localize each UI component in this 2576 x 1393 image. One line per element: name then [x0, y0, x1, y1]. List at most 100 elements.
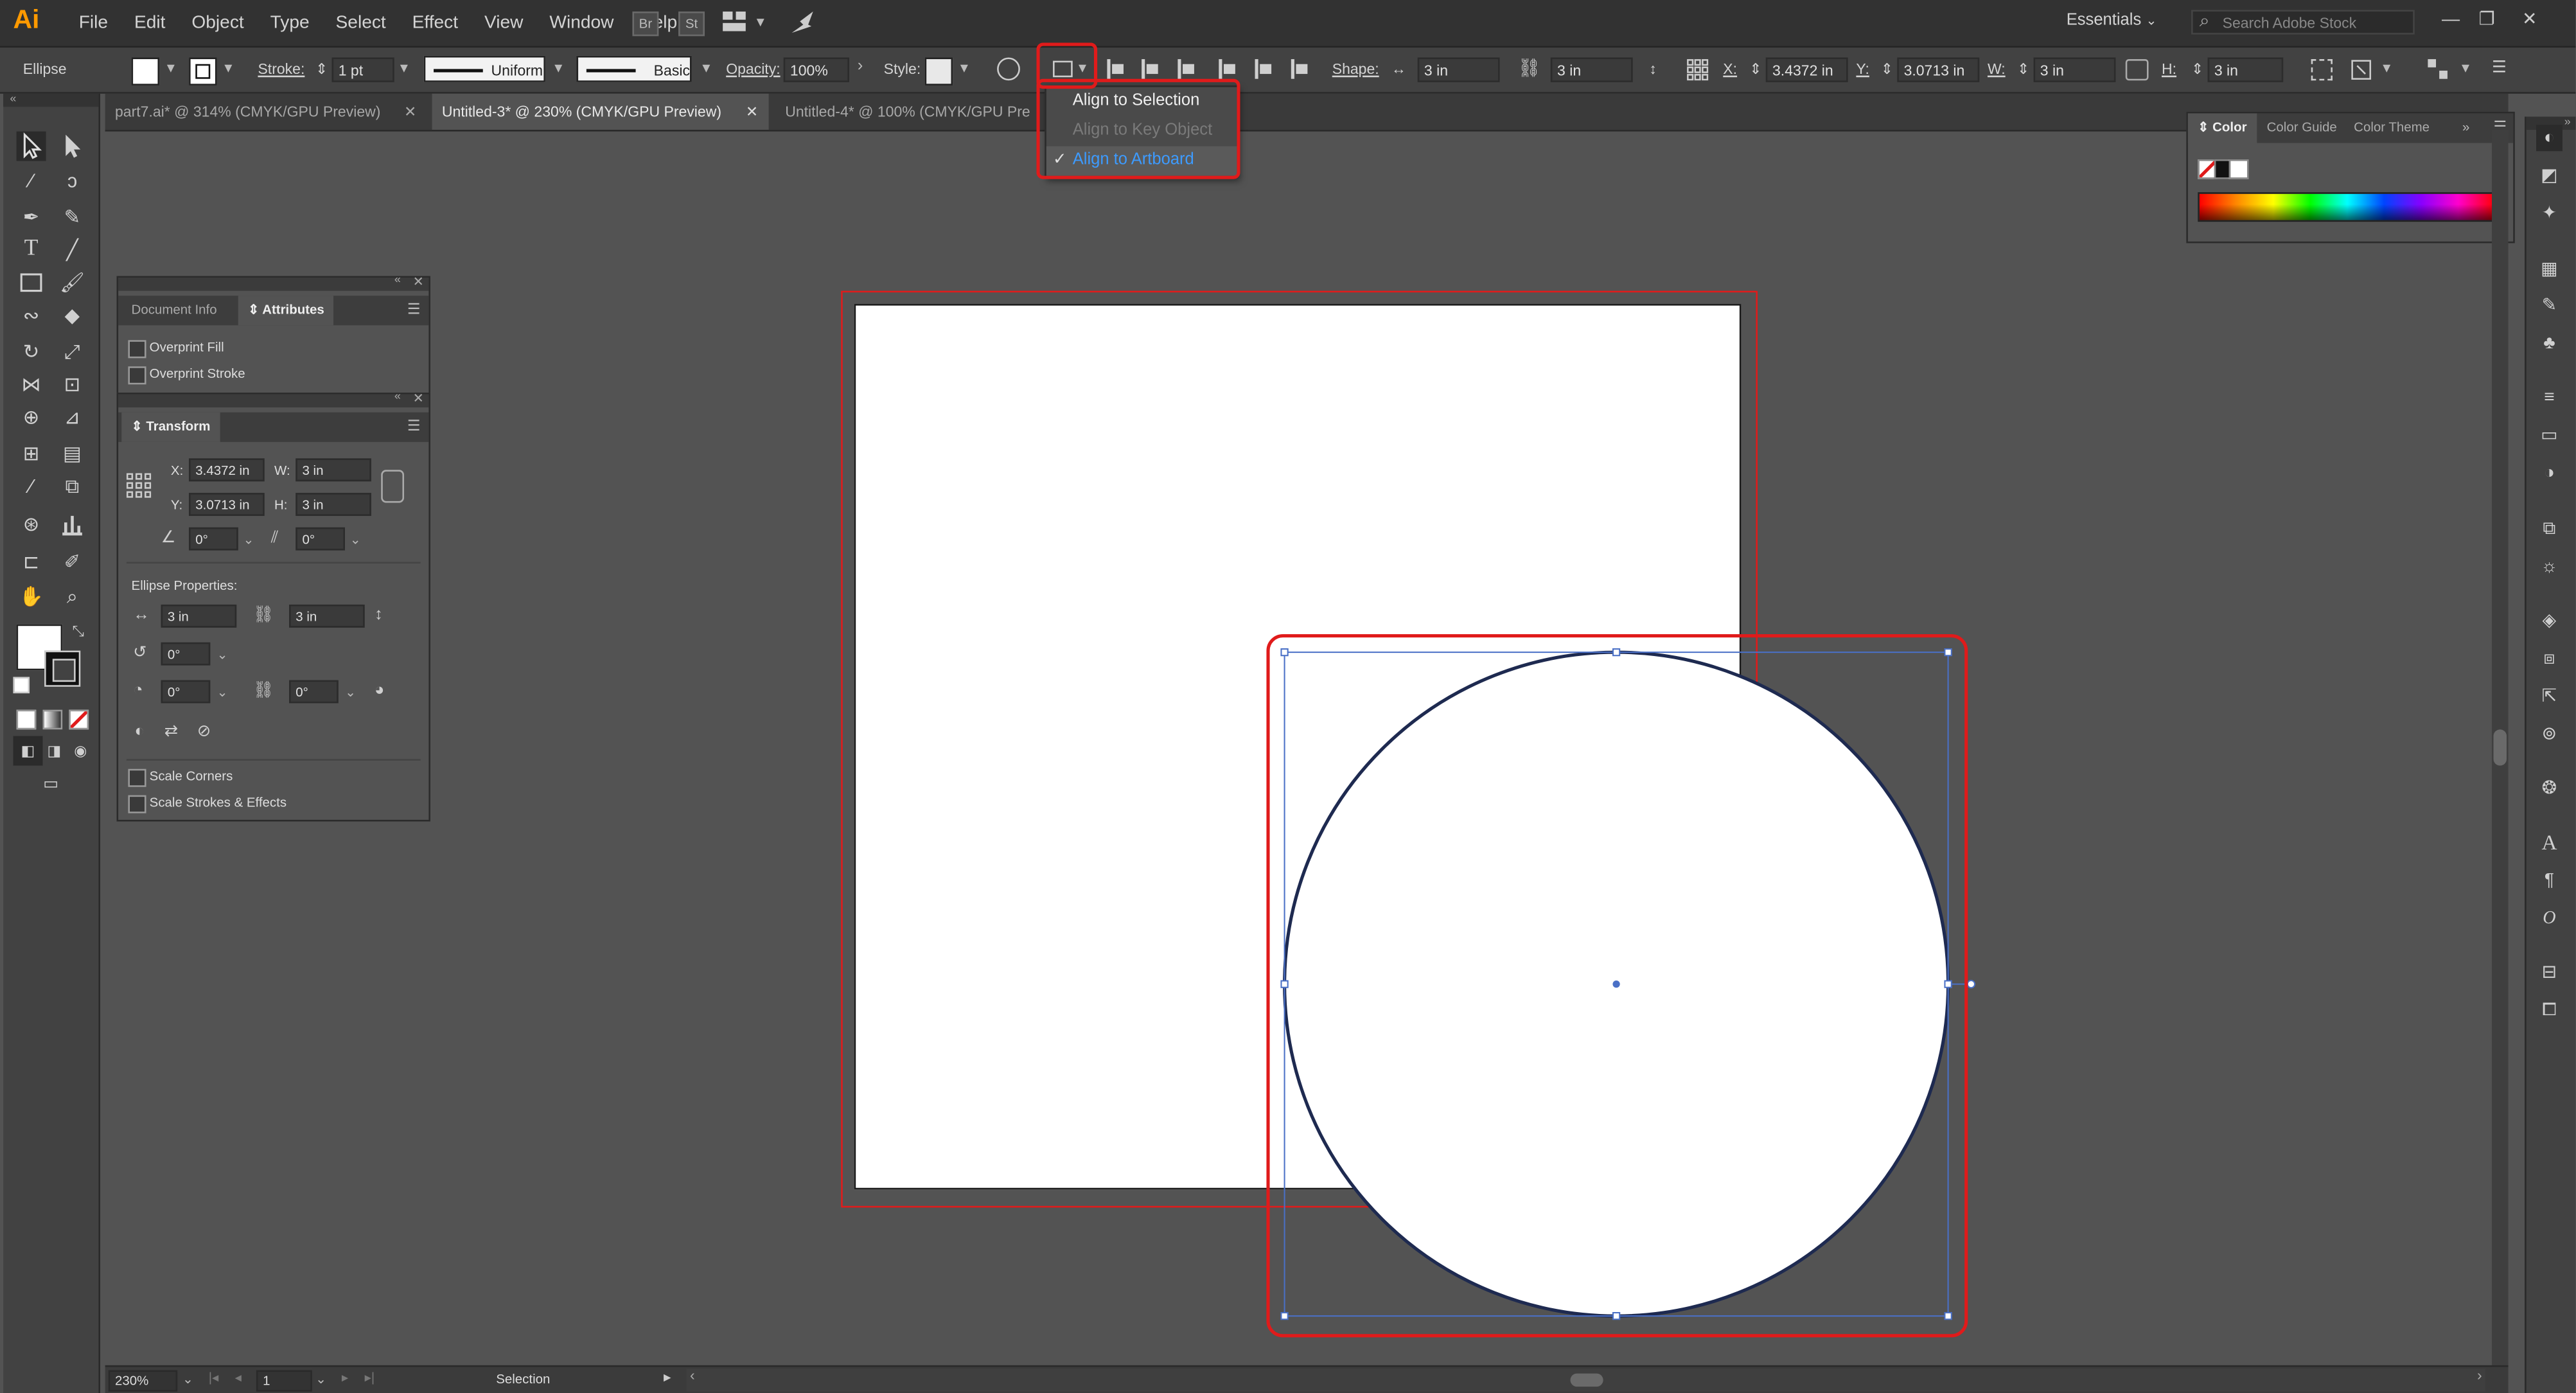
h-label: H: — [274, 497, 288, 513]
status-menu-icon[interactable]: ▸ — [664, 1369, 671, 1387]
ellipse-height-field[interactable]: 3 in — [289, 604, 365, 628]
tab-transform[interactable]: ⇕ Transform — [121, 412, 220, 442]
right-panel-dock: » ◐ ◩ ✦ ▦ ✎ ♣ ≡ ▭ ◑ ⧉ ☼ ◈ ⧈ ⇱ ⊚ ❂ A ¶ O … — [2525, 116, 2576, 1393]
symbols-panel-icon[interactable]: ♣ — [2536, 330, 2563, 357]
panel-menu-icon[interactable]: ☰ — [407, 417, 421, 435]
attributes-panel-tabs: Document Info ⇕ Attributes ☰ — [118, 296, 429, 326]
swap-pie-angles-icon[interactable]: ⇄ — [164, 723, 178, 741]
white-swatch[interactable] — [2228, 159, 2249, 179]
pie-start-angle-field[interactable]: 0° — [161, 680, 211, 704]
pathfinder-panel-icon[interactable]: ⧠ — [2536, 997, 2563, 1024]
libraries-panel-icon[interactable]: ⊚ — [2536, 722, 2563, 748]
panel-expand-icon[interactable]: » — [2462, 120, 2469, 135]
ellipse-properties-label: Ellipse Properties: — [131, 578, 238, 594]
tab-attributes[interactable]: ⇕ Attributes — [238, 296, 335, 326]
tab-label: Attributes — [262, 302, 324, 317]
scale-strokes-checkbox[interactable] — [128, 795, 146, 813]
panel-collapse-icon[interactable]: « — [394, 391, 401, 403]
asset-export-panel-icon[interactable]: ⇱ — [2536, 684, 2563, 710]
transform-panel-tabs: ⇕ Transform ☰ — [118, 412, 429, 442]
appearance-panel-icon[interactable]: ⧉ — [2536, 516, 2563, 542]
tab-label: Transform — [146, 419, 211, 434]
last-artboard-icon[interactable]: ▸| — [365, 1371, 375, 1385]
artboard-dropdown-icon[interactable]: ⌄ — [315, 1372, 326, 1387]
tab-color-guide[interactable]: Color Guide — [2257, 113, 2347, 143]
reference-point-icon[interactable] — [126, 473, 152, 498]
first-artboard-icon[interactable]: |◂ — [209, 1371, 219, 1385]
color-guide-panel-icon[interactable]: ◩ — [2536, 163, 2563, 189]
x-position-field[interactable]: 3.4372 in — [189, 458, 265, 482]
current-tool-label: Selection — [496, 1372, 551, 1387]
ellipse-width-icon: ↔ — [133, 606, 150, 625]
pie-end-icon: ◕ — [374, 682, 385, 700]
vertical-scrollbar[interactable] — [2491, 130, 2509, 1365]
previous-artboard-icon[interactable]: ◂ — [235, 1371, 242, 1385]
horizontal-scroll-thumb[interactable] — [1570, 1373, 1603, 1387]
panel-collapse-icon[interactable]: « — [394, 274, 401, 286]
graphic-styles-panel-icon[interactable]: ☼ — [2536, 554, 2563, 580]
shear-dropdown-icon[interactable]: ⌄ — [350, 532, 361, 547]
pie-widget-handle[interactable] — [1966, 979, 1976, 989]
panel-menu-icon[interactable]: ☰ — [407, 301, 421, 319]
scale-corners-label: Scale Corners — [149, 768, 233, 784]
x-label: X: — [170, 463, 184, 479]
align-panel-icon[interactable]: ⊟ — [2536, 959, 2563, 986]
color-themes-panel-icon[interactable]: ✦ — [2536, 200, 2563, 227]
ellipse-height-icon: ↕ — [374, 606, 383, 625]
overprint-stroke-checkbox[interactable] — [128, 366, 146, 385]
tab-label: Color — [2212, 120, 2247, 135]
scroll-left-icon[interactable]: ‹ — [690, 1367, 695, 1383]
pie-start-dropdown-icon[interactable]: ⌄ — [217, 685, 228, 700]
vertical-scroll-thumb[interactable] — [2493, 729, 2507, 766]
gradient-panel-icon[interactable]: ▭ — [2536, 422, 2563, 448]
panel-close-icon[interactable]: ✕ — [413, 391, 424, 406]
pie-reset-icon[interactable]: ⊘ — [197, 723, 211, 741]
constrain-width-height-icon[interactable] — [381, 470, 405, 503]
y-position-field[interactable]: 3.0713 in — [189, 493, 265, 516]
zoom-field[interactable]: 230% — [108, 1370, 178, 1392]
artboard-number-field[interactable]: 1 — [256, 1370, 312, 1392]
constrain-pie-icon[interactable]: ⛓ — [253, 682, 274, 700]
height-field[interactable]: 3 in — [296, 493, 371, 516]
ellipse-rotation-field[interactable]: 0° — [161, 642, 211, 666]
transform-panel: « ✕ ⇕ Transform ☰ X: 3.4372 in W: 3 in Y… — [116, 391, 430, 822]
navigator-panel-icon[interactable]: ❂ — [2536, 776, 2563, 802]
pie-end-angle-field[interactable]: 0° — [289, 680, 339, 704]
artboards-panel-icon[interactable]: ⧈ — [2536, 646, 2563, 672]
paragraph-panel-icon[interactable]: ¶ — [2536, 867, 2563, 894]
color-spectrum[interactable] — [2198, 192, 2497, 222]
panel-close-icon[interactable]: ✕ — [413, 274, 424, 289]
ellipse-rotation-icon: ↺ — [133, 644, 147, 662]
stroke-panel-icon[interactable]: ≡ — [2536, 384, 2563, 411]
ellipse-rotation-dropdown-icon[interactable]: ⌄ — [217, 647, 228, 662]
tab-document-info[interactable]: Document Info — [121, 296, 227, 325]
scroll-right-icon[interactable]: › — [2477, 1367, 2482, 1383]
shear-field[interactable]: 0° — [296, 527, 345, 551]
tab-color-theme[interactable]: Color Theme — [2344, 113, 2440, 143]
attributes-panel: « ✕ Document Info ⇕ Attributes ☰ Overpri… — [116, 274, 430, 395]
character-panel-icon[interactable]: A — [2536, 830, 2563, 856]
swatches-panel-icon[interactable]: ▦ — [2536, 256, 2563, 283]
transparency-panel-icon[interactable]: ◑ — [2536, 460, 2563, 486]
scale-corners-checkbox[interactable] — [128, 768, 146, 787]
attributes-panel-header: « ✕ — [118, 274, 429, 291]
tab-color[interactable]: ⇕ Color — [2187, 113, 2257, 143]
ellipse-width-field[interactable]: 3 in — [161, 604, 237, 628]
black-swatch[interactable] — [2214, 159, 2231, 179]
brushes-panel-icon[interactable]: ✎ — [2536, 292, 2563, 319]
panel-divider — [126, 562, 421, 564]
pie-end-dropdown-icon[interactable]: ⌄ — [345, 685, 356, 700]
opentype-panel-icon[interactable]: O — [2536, 905, 2563, 932]
horizontal-scrollbar[interactable]: ‹ › — [686, 1367, 2485, 1392]
rotate-angle-dropdown-icon[interactable]: ⌄ — [243, 532, 254, 547]
zoom-dropdown-icon[interactable]: ⌄ — [182, 1372, 193, 1387]
overprint-fill-checkbox[interactable] — [128, 340, 146, 359]
panel-divider — [126, 759, 421, 761]
layers-panel-icon[interactable]: ◈ — [2536, 608, 2563, 634]
constrain-ellipse-icon[interactable]: ⛓ — [253, 607, 274, 625]
next-artboard-icon[interactable]: ▸ — [342, 1371, 348, 1385]
pie-invert-icon[interactable]: ◐ — [135, 723, 145, 741]
width-field[interactable]: 3 in — [296, 458, 371, 482]
color-panel-icon[interactable]: ◐ — [2536, 125, 2563, 152]
rotate-angle-field[interactable]: 0° — [189, 527, 238, 551]
